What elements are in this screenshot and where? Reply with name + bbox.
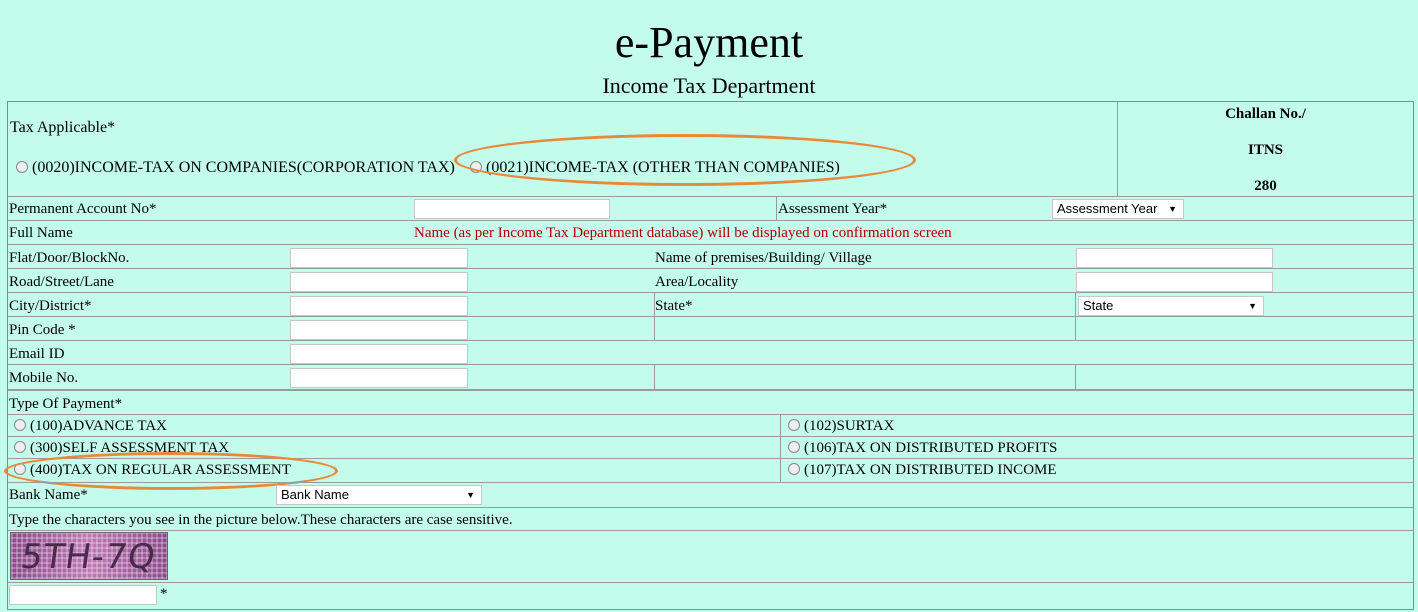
full-name-note: Name (as per Income Tax Department datab… — [414, 225, 952, 241]
chevron-down-icon: ▼ — [466, 490, 475, 500]
payment-option-106[interactable]: (106)TAX ON DISTRIBUTED PROFITS — [788, 438, 1057, 458]
flat-label: Flat/Door/BlockNo. — [9, 250, 130, 266]
pan-input[interactable] — [414, 199, 610, 219]
road-label: Road/Street/Lane — [9, 274, 114, 290]
mobile-label: Mobile No. — [9, 370, 79, 386]
pin-input[interactable] — [290, 320, 468, 340]
captcha-input-row: * — [8, 582, 1413, 609]
pin-row: Pin Code * — [8, 316, 1413, 341]
email-label: Email ID — [9, 346, 65, 362]
city-input[interactable] — [290, 296, 468, 316]
chevron-down-icon: ▼ — [1248, 301, 1257, 311]
payment-option-107[interactable]: (107)TAX ON DISTRIBUTED INCOME — [788, 460, 1057, 480]
chevron-down-icon: ▼ — [1168, 204, 1177, 214]
radio-icon[interactable] — [16, 161, 28, 173]
highlight-oval-tax — [454, 134, 916, 186]
radio-icon[interactable] — [788, 463, 800, 475]
state-select[interactable]: State ▼ — [1078, 296, 1264, 316]
radio-icon[interactable] — [788, 441, 800, 453]
flat-row: Flat/Door/BlockNo. Name of premises/Buil… — [8, 244, 1413, 269]
payment-type-row: Type Of Payment* — [8, 390, 1413, 413]
pan-label: Permanent Account No* — [9, 201, 157, 217]
assessment-year-select[interactable]: Assessment Year ▼ — [1052, 199, 1184, 219]
bank-label: Bank Name* — [9, 487, 88, 503]
captcha-image: 5TH-7Q — [10, 532, 168, 580]
captcha-input[interactable] — [9, 585, 157, 605]
area-input[interactable] — [1076, 272, 1273, 292]
state-label: State* — [655, 298, 693, 314]
challan-label: Challan No./ — [1225, 106, 1306, 122]
page-title: e-Payment — [614, 18, 804, 67]
road-input[interactable] — [290, 272, 468, 292]
bank-select[interactable]: Bank Name ▼ — [276, 485, 482, 505]
road-row: Road/Street/Lane Area/Locality — [8, 268, 1413, 293]
page-subtitle: Income Tax Department — [602, 73, 816, 98]
payment-type-label: Type Of Payment* — [9, 396, 123, 412]
payment-option-100[interactable]: (100)ADVANCE TAX — [14, 416, 167, 436]
itns-number: 280 — [1254, 178, 1277, 194]
pin-label: Pin Code * — [9, 322, 76, 338]
email-input[interactable] — [290, 344, 468, 364]
full-name-label: Full Name — [9, 225, 73, 241]
payment-form: Tax Applicable* (0020)INCOME-TAX ON COMP… — [4, 101, 1414, 610]
radio-icon[interactable] — [14, 441, 26, 453]
captcha-instruction: Type the characters you see in the pictu… — [9, 512, 513, 528]
tax-applicable-label: Tax Applicable* — [10, 119, 116, 136]
mobile-row: Mobile No. — [8, 364, 1413, 390]
itns-label: ITNS — [1247, 142, 1284, 158]
email-row: Email ID — [8, 340, 1413, 365]
radio-icon[interactable] — [788, 419, 800, 431]
premises-input[interactable] — [1076, 248, 1273, 268]
bank-row: Bank Name* Bank Name ▼ — [8, 482, 1413, 507]
required-mark: * — [160, 586, 168, 602]
city-label: City/District* — [9, 298, 92, 314]
assessment-year-label: Assessment Year* — [778, 201, 888, 217]
flat-input[interactable] — [290, 248, 468, 268]
mobile-input[interactable] — [290, 368, 468, 388]
city-row: City/District* State* State ▼ — [8, 292, 1413, 317]
tax-option-0020[interactable]: (0020)INCOME-TAX ON COMPANIES(CORPORATIO… — [16, 158, 455, 178]
payment-row-1: (100)ADVANCE TAX (102)SURTAX — [8, 414, 1413, 483]
payment-option-102[interactable]: (102)SURTAX — [788, 416, 894, 436]
captcha-instruction-row: Type the characters you see in the pictu… — [8, 507, 1413, 530]
area-label: Area/Locality — [655, 274, 739, 290]
premises-label: Name of premises/Building/ Village — [655, 250, 872, 266]
pan-row: Permanent Account No* Assessment Year* A… — [8, 196, 1413, 221]
radio-icon[interactable] — [14, 419, 26, 431]
full-name-row: Full Name Name (as per Income Tax Depart… — [8, 220, 1413, 245]
